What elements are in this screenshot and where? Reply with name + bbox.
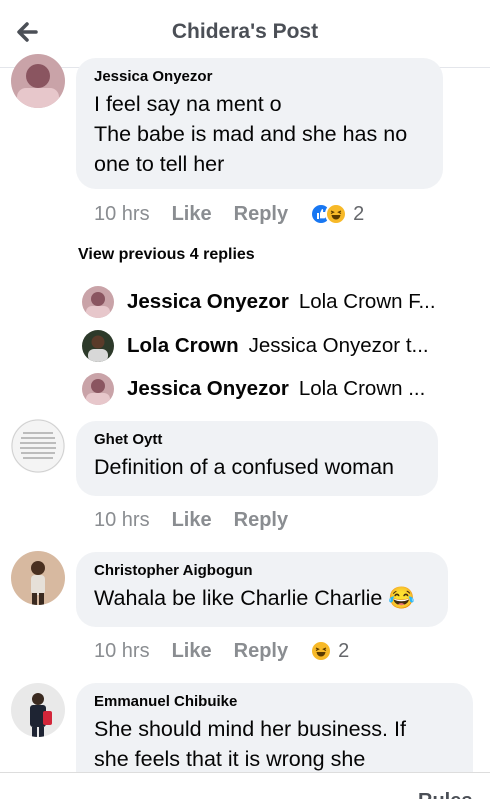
comment-time: 10 hrs bbox=[94, 508, 150, 531]
comment-bubble: Jessica Onyezor I feel say na ment o The… bbox=[76, 58, 443, 189]
comment-author[interactable]: Emmanuel Chibuike bbox=[94, 693, 455, 711]
comment-bubble: Ghet Oytt Definition of a confused woman bbox=[76, 421, 438, 496]
reaction-count: 2 bbox=[338, 639, 350, 662]
comment-author[interactable]: Ghet Oytt bbox=[94, 431, 420, 449]
reply-button[interactable]: Reply bbox=[234, 203, 288, 226]
haha-icon bbox=[310, 640, 333, 662]
reaction-summary[interactable]: 2 bbox=[310, 203, 364, 226]
reply-text: Lola Crown F... bbox=[298, 290, 436, 313]
reaction-count: 2 bbox=[353, 202, 365, 225]
rules-link[interactable]: Rules bbox=[418, 790, 472, 799]
reply-author: Lola Crown bbox=[127, 334, 239, 357]
reply-text: Lola Crown ... bbox=[298, 377, 426, 400]
comment-text: She should mind her business. If she fee… bbox=[94, 717, 406, 771]
avatar[interactable] bbox=[11, 551, 65, 605]
comment-text: I feel say na ment o The babe is mad and… bbox=[94, 92, 408, 176]
avatar bbox=[82, 330, 114, 362]
reply-preview[interactable]: Jessica Onyezor Lola Crown F... bbox=[82, 285, 462, 319]
view-previous-replies-link[interactable]: View previous 4 replies bbox=[78, 246, 255, 264]
like-button[interactable]: Like bbox=[172, 640, 212, 663]
avatar bbox=[82, 286, 114, 318]
reply-author: Jessica Onyezor bbox=[127, 377, 289, 400]
comment-time: 10 hrs bbox=[94, 639, 150, 662]
avatar[interactable] bbox=[11, 419, 65, 473]
reaction-summary[interactable]: 2 bbox=[310, 640, 349, 663]
comment-actions: 10 hrs Like Reply bbox=[94, 505, 310, 535]
reply-author: Jessica Onyezor bbox=[127, 290, 289, 313]
comment-text: Definition of a confused woman bbox=[94, 455, 394, 479]
comment-author[interactable]: Jessica Onyezor bbox=[94, 68, 425, 86]
page-title: Chidera's Post bbox=[171, 20, 319, 43]
reply-text: Jessica Onyezor t... bbox=[248, 334, 429, 357]
comment-actions: 10 hrs Like Reply 2 bbox=[94, 636, 349, 666]
like-button[interactable]: Like bbox=[172, 203, 212, 226]
like-button[interactable]: Like bbox=[172, 509, 212, 532]
bottom-bar bbox=[0, 772, 490, 799]
comment-text: Wahala be like Charlie Charlie 😂 bbox=[94, 586, 416, 610]
comment-author[interactable]: Christopher Aigbogun bbox=[94, 562, 430, 580]
comment-actions: 10 hrs Like Reply 2 bbox=[94, 199, 364, 229]
avatar bbox=[82, 373, 114, 405]
comment-bubble: Christopher Aigbogun Wahala be like Char… bbox=[76, 552, 448, 627]
reply-button[interactable]: Reply bbox=[234, 640, 288, 663]
avatar[interactable] bbox=[11, 54, 65, 108]
comment-time: 10 hrs bbox=[94, 202, 150, 225]
reply-preview[interactable]: Lola Crown Jessica Onyezor t... bbox=[82, 329, 462, 363]
reply-button[interactable]: Reply bbox=[234, 509, 288, 532]
haha-icon bbox=[325, 203, 348, 225]
avatar[interactable] bbox=[11, 683, 65, 737]
reply-preview[interactable]: Jessica Onyezor Lola Crown ... bbox=[82, 372, 462, 406]
